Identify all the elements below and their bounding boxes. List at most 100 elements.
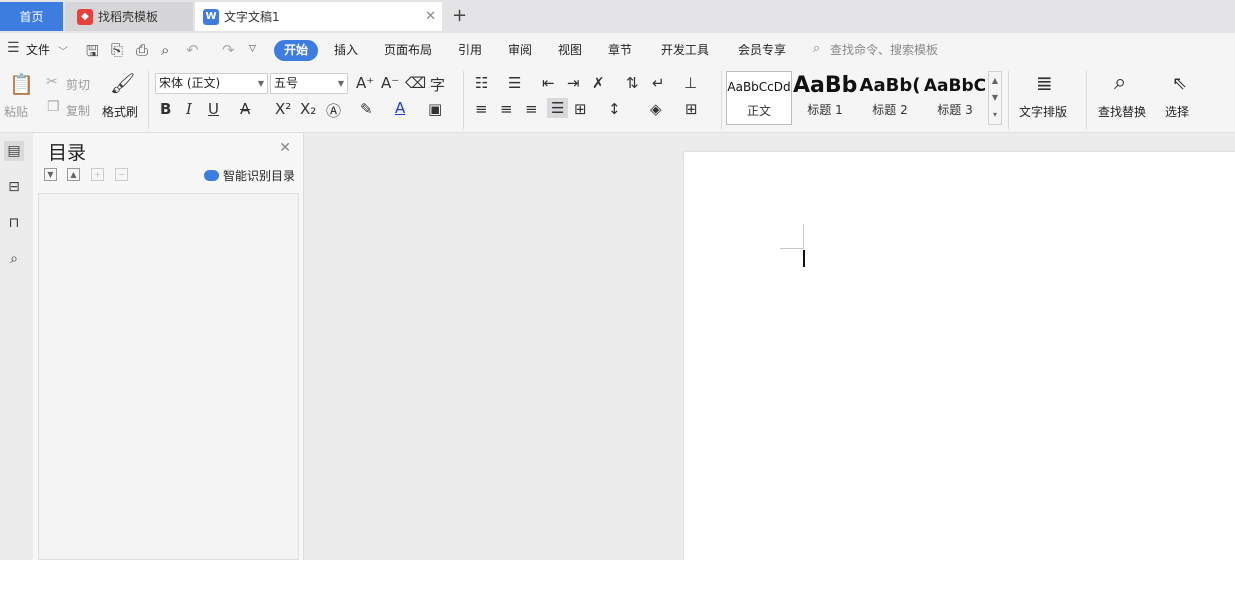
subscript-icon[interactable]: X₂	[300, 100, 316, 118]
menu-view[interactable]: 视图	[558, 41, 582, 58]
grow-font-icon[interactable]: A⁺	[356, 74, 374, 92]
menu-page-layout[interactable]: 页面布局	[384, 41, 432, 58]
find-replace-button[interactable]: 查找替换	[1098, 103, 1146, 120]
promote-level-icon[interactable]: +	[91, 168, 104, 181]
document-page[interactable]	[684, 152, 1235, 560]
find-replace-icon[interactable]: ⌕	[1114, 70, 1126, 95]
shrink-font-icon[interactable]: A⁻	[381, 74, 399, 92]
font-size-value: 五号	[274, 76, 299, 90]
borders-icon[interactable]: ⊞	[685, 100, 698, 118]
underline-icon[interactable]: U	[208, 100, 219, 118]
command-search-input[interactable]: 查找命令、搜索模板	[830, 41, 938, 58]
menu-member[interactable]: 会员专享	[738, 41, 786, 58]
daoke-logo-icon: ◆	[77, 8, 93, 25]
export-pdf-icon[interactable]: ⎘	[111, 41, 123, 59]
menu-developer[interactable]: 开发工具	[661, 41, 709, 58]
sort-icon[interactable]: ⇅	[626, 74, 639, 92]
toc-panel-icon[interactable]: ▤	[4, 141, 24, 161]
hamburger-menu-icon[interactable]: ☰	[7, 40, 20, 56]
chevron-down-icon[interactable]: ﹀	[58, 43, 68, 58]
font-size-select[interactable]: 五号 ▼	[270, 73, 348, 94]
print-icon[interactable]: ⎙	[136, 41, 148, 59]
collapse-all-icon[interactable]: ▲	[67, 168, 80, 181]
wps-writer-window: 首页 ◆ 找稻壳模板 W 文字文稿1 ✕ + ☰ 文件 ﹀ 🖫 ⎘ ⎙ ⌕ ↶ …	[0, 0, 1235, 560]
font-name-select[interactable]: 宋体 (正文) ▼	[155, 73, 268, 94]
style-heading-1-label: 标题 1	[807, 103, 843, 117]
ribbon-divider	[721, 71, 722, 129]
strikethrough-icon[interactable]: A	[240, 100, 250, 118]
chevron-down-icon: ▼	[257, 79, 264, 88]
format-painter-button[interactable]: 格式刷	[102, 103, 138, 120]
text-cursor	[803, 250, 805, 267]
customize-quick-access-icon[interactable]: ▽	[249, 44, 256, 54]
redo-icon[interactable]: ↷	[222, 41, 235, 59]
select-button[interactable]: 选择	[1165, 103, 1189, 120]
style-gallery-scroll[interactable]: ▲ ▼ ▾	[988, 71, 1002, 125]
toc-list[interactable]	[38, 193, 299, 560]
phonetic-guide-icon[interactable]: 字	[430, 74, 445, 95]
text-layout-icon[interactable]: ≣	[1036, 71, 1053, 95]
save-icon[interactable]: 🖫	[86, 41, 99, 66]
menu-chapter[interactable]: 章节	[608, 41, 632, 58]
align-right-icon[interactable]: ≡	[525, 100, 538, 118]
menu-file[interactable]: 文件	[26, 41, 50, 58]
align-center-icon[interactable]: ≡	[500, 100, 513, 118]
document-canvas[interactable]	[305, 133, 1235, 560]
style-normal[interactable]: AaBbCcDd 正文	[726, 71, 792, 125]
chapter-nav-icon[interactable]: ⊟	[4, 177, 24, 197]
increase-indent-icon[interactable]: ⇥	[567, 74, 580, 92]
new-tab-button[interactable]: +	[452, 5, 467, 26]
menu-references[interactable]: 引用	[458, 41, 482, 58]
search-icon[interactable]: ⌕	[4, 249, 24, 269]
style-normal-label: 正文	[746, 104, 771, 118]
close-tab-icon[interactable]: ✕	[425, 9, 436, 24]
menu-start[interactable]: 开始	[274, 40, 318, 61]
bold-icon[interactable]: B	[160, 100, 171, 118]
show-marks-icon[interactable]: ↵	[652, 74, 665, 92]
style-heading-3[interactable]: AaBbC 标题 3	[923, 71, 987, 125]
close-icon[interactable]: ✕	[279, 140, 291, 156]
smart-toc-button[interactable]: 智能识别目录	[203, 167, 295, 184]
format-painter-icon[interactable]: 🖌	[110, 71, 135, 95]
decrease-indent-icon[interactable]: ⇤	[542, 74, 555, 92]
clear-format-icon[interactable]: ⌫	[405, 74, 426, 92]
expand-all-icon[interactable]: ▼	[44, 168, 57, 181]
margin-corner-mark	[803, 224, 804, 248]
text-effect-icon[interactable]: Ⓐ	[326, 100, 341, 121]
cut-button[interactable]: 剪切	[66, 76, 90, 93]
tab-home[interactable]: 首页	[0, 2, 63, 31]
text-layout-button[interactable]: 文字排版	[1019, 103, 1067, 120]
cut-icon[interactable]: ✂	[46, 74, 58, 90]
tab-stops-icon[interactable]: ⊥	[684, 74, 697, 92]
demote-level-icon[interactable]: −	[115, 168, 128, 181]
style-heading-3-sample: AaBbC	[923, 76, 987, 96]
justify-icon[interactable]: ☰	[547, 98, 569, 118]
copy-button[interactable]: 复制	[66, 102, 90, 119]
ai-icon	[203, 170, 219, 181]
bookmark-icon[interactable]: ⊓	[4, 213, 24, 233]
copy-icon[interactable]: ❐	[47, 99, 60, 115]
style-heading-1[interactable]: AaBb 标题 1	[793, 71, 857, 125]
undo-icon[interactable]: ↶	[186, 41, 199, 59]
tab-document[interactable]: W 文字文稿1 ✕	[195, 2, 442, 31]
bullet-list-icon[interactable]: ☷	[475, 74, 488, 92]
select-cursor-icon[interactable]: ⇖	[1172, 73, 1187, 94]
highlight-icon[interactable]: ✎	[360, 100, 373, 118]
superscript-icon[interactable]: X²	[275, 100, 291, 118]
tab-daoke-templates[interactable]: ◆ 找稻壳模板	[65, 2, 193, 31]
font-color-icon[interactable]: A	[395, 99, 405, 117]
numbered-list-icon[interactable]: ☰	[508, 74, 521, 92]
menu-insert[interactable]: 插入	[334, 41, 358, 58]
italic-icon[interactable]: I	[186, 100, 192, 118]
paste-button[interactable]: 粘贴	[4, 103, 28, 120]
align-left-icon[interactable]: ≡	[475, 100, 488, 118]
line-spacing-icon[interactable]: ↕	[608, 100, 621, 118]
paste-icon[interactable]: 📋	[9, 72, 34, 96]
style-heading-2[interactable]: AaBb( 标题 2	[858, 71, 922, 125]
shading-icon[interactable]: ◈	[650, 100, 662, 118]
menu-review[interactable]: 审阅	[508, 41, 532, 58]
chinese-layout-icon[interactable]: ✗	[592, 74, 605, 92]
character-border-icon[interactable]: ▣	[428, 100, 442, 118]
distributed-align-icon[interactable]: ⊞	[574, 100, 587, 118]
print-preview-icon[interactable]: ⌕	[161, 41, 169, 59]
